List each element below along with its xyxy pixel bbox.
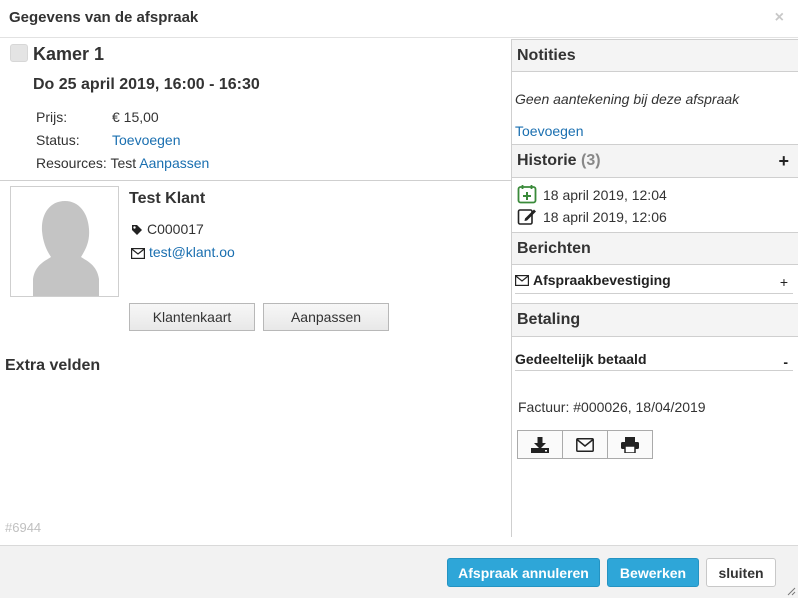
sidebar-panel: Notities Geen aantekening bij deze afspr… xyxy=(511,39,798,537)
mail-icon xyxy=(576,437,594,452)
history-entry-text: 18 april 2019, 12:04 xyxy=(543,187,667,203)
appointment-id: #6944 xyxy=(5,520,42,535)
price-label: Prijs: xyxy=(36,109,68,125)
tag-icon xyxy=(132,225,142,235)
extra-fields-heading: Extra velden xyxy=(5,357,101,374)
resize-handle-icon[interactable] xyxy=(786,586,796,596)
notes-heading: Notities xyxy=(517,47,576,64)
history-entry: 18 april 2019, 12:04 xyxy=(517,184,667,204)
message-item[interactable]: Afspraakbevestiging + xyxy=(515,270,793,294)
download-icon xyxy=(531,436,549,453)
client-email-link[interactable]: test@klant.oo xyxy=(149,244,235,260)
client-code-row: C000017 xyxy=(131,221,204,237)
resources-label: Resources: xyxy=(36,155,107,171)
envelope-icon xyxy=(131,248,146,260)
invoice-actions xyxy=(517,430,653,459)
payment-collapse-toggle[interactable]: - xyxy=(783,352,788,372)
notes-empty-text: Geen aantekening bij deze afspraak xyxy=(515,91,740,107)
status-label: Status: xyxy=(36,132,80,148)
avatar-silhouette-icon xyxy=(33,201,99,296)
calendar-plus-icon xyxy=(517,185,537,204)
cancel-appointment-button[interactable]: Afspraak annuleren xyxy=(447,558,600,587)
room-checkbox[interactable] xyxy=(10,44,28,62)
payment-heading: Betaling xyxy=(517,311,581,328)
price-row: Prijs: € 15,00 xyxy=(36,109,159,125)
message-item-label: Afspraakbevestiging xyxy=(533,272,671,288)
download-invoice-button[interactable] xyxy=(517,430,563,459)
history-add-button[interactable]: + xyxy=(778,145,789,177)
notes-add-link[interactable]: Toevoegen xyxy=(515,123,584,139)
appointment-datetime: Do 25 april 2019, 16:00 - 16:30 xyxy=(33,76,260,93)
resources-edit-link[interactable]: Aanpassen xyxy=(139,155,209,171)
client-card-button[interactable]: Klantenkaart xyxy=(129,303,255,331)
close-dialog-button[interactable]: sluiten xyxy=(706,558,776,587)
resources-value: Test xyxy=(110,155,137,171)
divider xyxy=(0,180,511,181)
client-code: C000017 xyxy=(147,221,204,237)
appointment-details-panel: Kamer 1 Do 25 april 2019, 16:00 - 16:30 … xyxy=(0,39,511,545)
status-row: Status: Toevoegen xyxy=(36,132,181,148)
dialog-title: Gegevens van de afspraak xyxy=(9,9,199,26)
dialog-titlebar: Gegevens van de afspraak × xyxy=(0,0,798,38)
client-edit-button[interactable]: Aanpassen xyxy=(263,303,389,331)
history-entry: 18 april 2019, 12:06 xyxy=(517,206,667,226)
history-entry-text: 18 april 2019, 12:06 xyxy=(543,209,667,225)
client-email-row: test@klant.oo xyxy=(131,244,235,260)
print-invoice-button[interactable] xyxy=(607,430,653,459)
close-icon[interactable]: × xyxy=(775,9,784,27)
room-title: Kamer 1 xyxy=(33,44,105,64)
payment-status: Gedeeltelijk betaald xyxy=(515,351,647,367)
price-value: € 15,00 xyxy=(112,109,159,125)
payment-header: Betaling xyxy=(512,303,798,337)
payment-status-row[interactable]: Gedeeltelijk betaald - xyxy=(515,349,793,371)
mail-invoice-button[interactable] xyxy=(562,430,608,459)
client-avatar xyxy=(10,186,119,297)
history-count: (3) xyxy=(581,152,601,169)
dialog-footer: Afspraak annuleren Bewerken sluiten xyxy=(0,545,798,598)
messages-header: Berichten xyxy=(512,232,798,265)
message-expand-toggle[interactable]: + xyxy=(780,272,788,292)
status-add-link[interactable]: Toevoegen xyxy=(112,132,181,148)
edit-icon xyxy=(517,209,536,225)
envelope-icon xyxy=(515,275,530,287)
invoice-text: Factuur: #000026, 18/04/2019 xyxy=(518,399,706,415)
messages-heading: Berichten xyxy=(517,240,591,257)
print-icon xyxy=(621,436,639,453)
edit-appointment-button[interactable]: Bewerken xyxy=(607,558,699,587)
client-name: Test Klant xyxy=(129,190,206,207)
notes-header: Notities xyxy=(512,39,798,72)
history-header: Historie (3) + xyxy=(512,144,798,178)
resources-row: Resources: Test Aanpassen xyxy=(36,155,209,171)
history-heading: Historie xyxy=(517,152,577,169)
